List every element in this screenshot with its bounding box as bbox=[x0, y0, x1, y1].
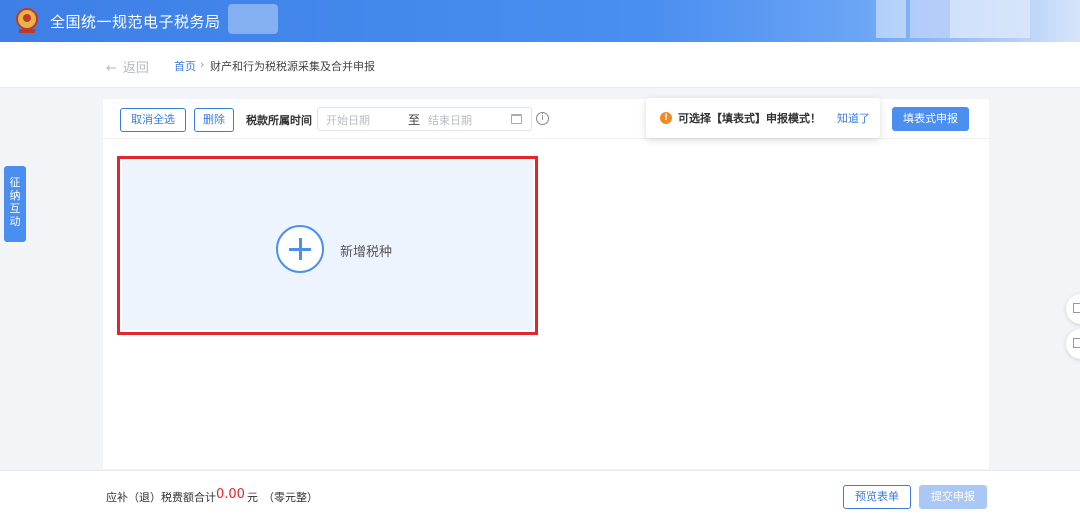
floating-doc-icon[interactable] bbox=[1066, 329, 1080, 359]
plus-circle-icon[interactable] bbox=[276, 225, 324, 273]
date-range-picker[interactable]: 开始日期 至 结束日期 bbox=[317, 107, 532, 131]
calendar-icon[interactable] bbox=[511, 114, 522, 124]
warning-circle-icon: ! bbox=[660, 112, 672, 124]
back-label: 返回 bbox=[122, 61, 149, 76]
preview-form-button[interactable]: 预览表单 bbox=[843, 485, 911, 509]
arrow-left-icon: ← bbox=[106, 61, 117, 76]
delete-button[interactable]: 删除 bbox=[194, 108, 234, 132]
end-date-input[interactable]: 结束日期 bbox=[428, 112, 472, 128]
total-tax-label: 应补（退）税费额合计 bbox=[106, 491, 216, 504]
top-header: 全国统一规范电子税务局 bbox=[0, 0, 1080, 42]
cancel-select-all-button[interactable]: 取消全选 bbox=[120, 108, 186, 132]
national-emblem-icon bbox=[16, 8, 38, 33]
info-circle-icon[interactable]: i bbox=[536, 112, 549, 125]
blurred-region bbox=[228, 4, 278, 34]
breadcrumb-current-page: 财产和行为税税源采集及合并申报 bbox=[210, 60, 375, 73]
breadcrumb-home-link[interactable]: 首页 bbox=[174, 58, 196, 74]
highlight-frame: 新增税种 bbox=[117, 156, 538, 335]
blurred-region bbox=[876, 0, 906, 38]
start-date-input[interactable]: 开始日期 bbox=[326, 112, 370, 128]
breadcrumb-separator: › bbox=[200, 58, 205, 71]
footer-bar: 应补（退）税费额合计 0.00 元 （零元整） 预览表单 提交申报 bbox=[0, 470, 1080, 518]
form-mode-declare-button[interactable]: 填表式申报 bbox=[892, 107, 969, 131]
side-tab-label: 征纳互动 bbox=[9, 176, 21, 228]
blurred-region bbox=[910, 0, 950, 38]
interaction-side-tab[interactable]: 征纳互动 bbox=[4, 166, 26, 242]
date-range-separator: 至 bbox=[408, 113, 421, 127]
add-tax-type-label: 新增税种 bbox=[340, 245, 393, 260]
tax-period-label: 税款所属时间 bbox=[246, 114, 312, 127]
blurred-region bbox=[950, 0, 1030, 38]
form-mode-tooltip: ! 可选择【填表式】申报模式！ 知道了 bbox=[646, 98, 880, 138]
site-title: 全国统一规范电子税务局 bbox=[50, 13, 221, 31]
total-tax-amount-words: （零元整） bbox=[263, 491, 318, 504]
submit-declaration-button[interactable]: 提交申报 bbox=[919, 485, 987, 509]
total-tax-unit: 元 bbox=[247, 491, 258, 504]
add-tax-type-card[interactable]: 新增税种 bbox=[122, 161, 533, 330]
floating-doc-icon[interactable] bbox=[1066, 294, 1080, 324]
back-button[interactable]: ← 返回 bbox=[106, 57, 149, 76]
tooltip-ack-link[interactable]: 知道了 bbox=[837, 110, 870, 126]
total-tax-amount: 0.00 bbox=[216, 487, 245, 502]
breadcrumb: ← 返回 首页 › 财产和行为税税源采集及合并申报 bbox=[0, 42, 1080, 88]
tooltip-message: 可选择【填表式】申报模式！ bbox=[678, 112, 821, 125]
